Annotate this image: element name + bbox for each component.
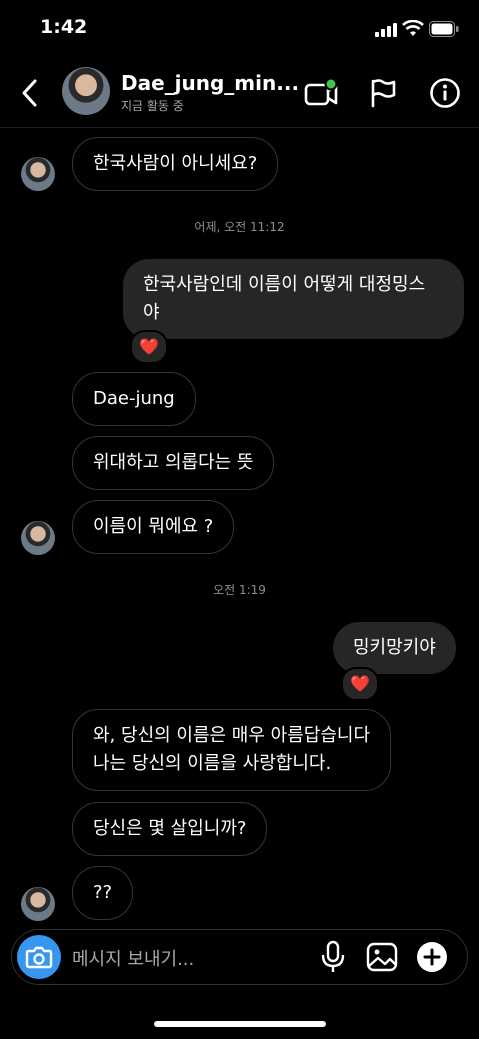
received-message[interactable]: 위대하고 의롭다는 뜻 [72,436,275,490]
profile-avatar[interactable] [62,67,110,115]
message-timestamp: 오전 1:19 [213,583,266,597]
chat-username[interactable]: Dae_jung_min... [121,71,299,95]
back-icon[interactable] [18,78,42,108]
activity-status: 지금 활동 중 [121,99,184,113]
received-message[interactable]: 한국사람이 아니세요? [72,137,279,191]
heart-reaction-icon[interactable]: ❤️ [341,667,379,701]
header-divider [0,127,479,128]
flag-icon[interactable] [369,78,397,108]
wifi-icon [402,20,424,36]
video-call-icon[interactable] [304,78,340,108]
microphone-icon[interactable] [320,940,346,974]
message-input[interactable]: 메시지 보내기... [72,945,194,971]
received-message[interactable]: ?? [72,866,134,920]
sent-message[interactable]: 한국사람인데 이름이 어떻게 대정밍스 야 [123,259,464,339]
home-indicator [154,1021,326,1027]
sender-avatar[interactable] [21,157,55,191]
sent-message-line: 야 [143,302,160,323]
status-time: 1:42 [40,16,88,38]
add-icon[interactable] [416,941,448,973]
camera-button[interactable] [17,935,61,979]
received-message-line: 나는 당신의 이름을 사랑합니다. [93,753,332,774]
signal-icon [375,23,397,37]
received-message[interactable]: 당신은 몇 살입니까? [72,802,268,856]
heart-reaction-icon[interactable]: ❤️ [130,330,168,364]
sent-message-line: 한국사람인데 이름이 어떻게 대정밍스 [143,274,426,295]
received-message[interactable]: 와, 당신의 이름은 매우 아름답습니다 나는 당신의 이름을 사랑합니다. [72,709,392,791]
message-timestamp: 어제, 오전 11:12 [194,220,285,234]
received-message-line: 와, 당신의 이름은 매우 아름답습니다 [93,725,371,746]
sender-avatar[interactable] [21,521,55,555]
info-icon[interactable] [429,77,461,109]
battery-icon [429,21,459,37]
sender-avatar[interactable] [21,887,55,921]
gallery-icon[interactable] [366,942,398,972]
received-message[interactable]: Dae-jung [72,372,196,426]
received-message[interactable]: 이름이 뭐에요 ? [72,500,235,554]
camera-icon [25,946,53,969]
sent-message[interactable]: 밍키망키야 [333,622,456,674]
